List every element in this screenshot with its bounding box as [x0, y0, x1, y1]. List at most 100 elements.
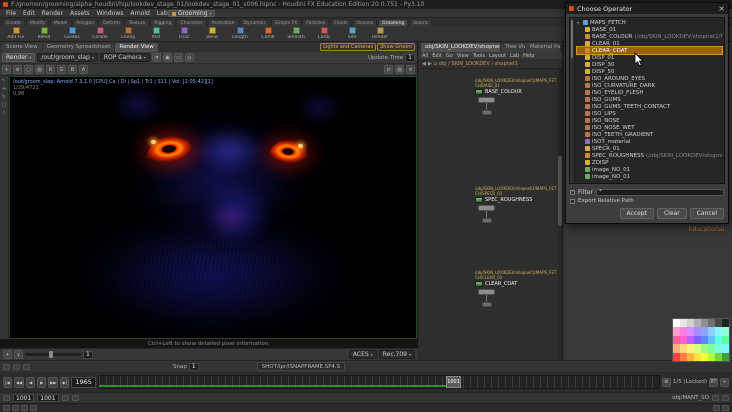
tab-material-palette[interactable]: Material Palette: [525, 43, 560, 52]
shelf-tab[interactable]: Rigging: [150, 19, 176, 26]
rotate-icon[interactable]: ↻: [2, 95, 6, 100]
jump-start-icon[interactable]: |◀: [3, 376, 12, 388]
shelf-tool[interactable]: Bend: [199, 27, 225, 40]
shelf-tool[interactable]: Sim: [339, 27, 365, 40]
keyframe-icon[interactable]: [61, 395, 69, 401]
palette-swatch[interactable]: [694, 327, 701, 336]
palette-swatch[interactable]: [687, 327, 694, 336]
tree-item[interactable]: ISO_NOSE: [577, 117, 722, 124]
tab-render-view[interactable]: Render View: [115, 43, 158, 52]
menu-item[interactable]: Arnold: [127, 10, 152, 17]
shelf-tab[interactable]: Dynamics: [239, 19, 270, 26]
palette-swatch[interactable]: [722, 335, 729, 345]
shelf-tool[interactable]: Smooth: [283, 27, 309, 40]
colorspace-selector[interactable]: ACES ▾: [348, 350, 377, 359]
palette-swatch[interactable]: [715, 335, 722, 345]
shelf-tool[interactable]: Collide: [87, 27, 113, 40]
filter-checkbox[interactable]: ✓: [570, 189, 575, 195]
filter-input[interactable]: *: [595, 188, 724, 196]
shelf-tab[interactable]: Particles: [302, 19, 330, 26]
shelf-tool[interactable]: Part: [143, 27, 169, 40]
palette-swatch[interactable]: [687, 335, 694, 345]
select-icon[interactable]: ↖: [2, 79, 6, 84]
palette-swatch[interactable]: [722, 344, 729, 353]
network-menu-item[interactable]: Go: [446, 53, 453, 59]
network-menu-item[interactable]: View: [457, 53, 469, 59]
lock-icon[interactable]: [13, 363, 20, 370]
desktop-selector[interactable]: Grooming ▾: [168, 10, 216, 17]
palette-swatch[interactable]: [715, 344, 722, 353]
gear-icon[interactable]: ⚙: [661, 377, 671, 387]
realtime-toggle-icon[interactable]: RT: [709, 377, 718, 387]
message-log-icon[interactable]: [3, 405, 10, 411]
loop-icon[interactable]: ∞: [720, 377, 729, 387]
palette-swatch[interactable]: [673, 335, 680, 345]
snapshot-icon[interactable]: ◔: [151, 53, 161, 62]
scrollbar-thumb[interactable]: [558, 156, 562, 227]
palette-swatch[interactable]: [701, 319, 708, 328]
snapshot-path-button[interactable]: SHOT/lpr/ISNAPFRAME.SF4.S: [256, 362, 346, 371]
rendered-image[interactable]: /out/groom_slap: Arnold 7.3.1.0 [CPU] Ca…: [9, 76, 417, 339]
palette-swatch[interactable]: [694, 344, 701, 353]
channel-blue-icon[interactable]: B: [68, 65, 77, 74]
tree-item[interactable]: ISO_LIPS: [577, 110, 722, 117]
tab-network-path[interactable]: obj/SKIN_LOOKDEV/shopnet1/MAPS_FETCH: [421, 43, 501, 52]
expand-arrow-icon[interactable]: ▾: [577, 20, 581, 25]
rop-selector[interactable]: /out/groom_slap ▾: [37, 53, 98, 62]
range-start-field[interactable]: 1001: [13, 394, 35, 402]
frame-all-icon[interactable]: ▢: [24, 65, 33, 74]
shelf-tab[interactable]: Simple FX: [270, 19, 302, 26]
palette-swatch[interactable]: [680, 344, 687, 353]
gamma-slider-knob[interactable]: [48, 351, 53, 358]
shelf-tab[interactable]: Deform: [99, 19, 124, 26]
palette-swatch[interactable]: [701, 327, 708, 336]
shelf-tab[interactable]: Texture: [124, 19, 150, 26]
update-time-field[interactable]: 1: [405, 53, 415, 62]
snapshot-index-field[interactable]: 1: [188, 362, 199, 371]
tree-item[interactable]: ISO_CURVATURE_DARK: [577, 82, 722, 89]
compare-icon[interactable]: ⇄: [384, 65, 393, 74]
node-output[interactable]: [482, 302, 492, 307]
palette-swatch[interactable]: [687, 344, 694, 353]
tab-geometry-spreadsheet[interactable]: Geometry Spreadsheet: [42, 43, 115, 52]
dialog-titlebar[interactable]: Choose Operator ×: [566, 3, 728, 14]
step-forward-icon[interactable]: ▶▶: [48, 376, 59, 388]
palette-swatch[interactable]: [708, 335, 715, 345]
pan-icon[interactable]: ✛: [2, 65, 11, 74]
shelf-tool[interactable]: Blend: [31, 27, 57, 40]
shelf-tool[interactable]: Frizz: [171, 27, 197, 40]
channel-alpha-icon[interactable]: A: [79, 65, 88, 74]
breadcrumb-path[interactable]: obj / SKIN_LOOKDEV / shopnet1: [439, 61, 518, 67]
show-groom-toggle[interactable]: Show Groom: [377, 43, 415, 51]
node-output[interactable]: [482, 110, 492, 115]
tab-scene-view[interactable]: Scene View: [2, 43, 42, 52]
handles-icon[interactable]: ◇: [2, 111, 6, 116]
palette-swatch[interactable]: [715, 319, 722, 328]
network-menu-item[interactable]: Tools: [473, 53, 485, 59]
menu-item[interactable]: Render: [39, 10, 66, 17]
tab-tree-view[interactable]: Tree View: [501, 43, 525, 52]
preview-icon[interactable]: ◎: [184, 53, 194, 62]
shelf-tab[interactable]: Animation: [207, 19, 239, 26]
shelf-tool[interactable]: Guides: [59, 27, 85, 40]
tree-item[interactable]: image_NO_01: [577, 173, 722, 180]
zoom-icon[interactable]: ⊕: [13, 65, 22, 74]
gamma-slider[interactable]: [25, 351, 81, 358]
shelf-tool[interactable]: Cards: [311, 27, 337, 40]
export-relative-checkbox[interactable]: ✓: [570, 198, 575, 204]
palette-swatch[interactable]: [701, 335, 708, 345]
tree-item[interactable]: ISO_GUMS_TEETH_CONTACT: [577, 103, 722, 110]
play-icon[interactable]: ▶: [37, 376, 47, 388]
network-menu-item[interactable]: Lab: [510, 53, 519, 59]
gamma-value-field[interactable]: 1: [83, 350, 93, 359]
palette-swatch[interactable]: [673, 319, 680, 328]
settings-icon[interactable]: ≡: [406, 65, 415, 74]
palette-swatch[interactable]: [687, 319, 694, 328]
tree-item[interactable]: SPEC_ROUGHNESS (/obj/SKIN_LOOKDEV/shopne…: [577, 152, 722, 159]
network-menu-item[interactable]: Edit: [432, 53, 442, 59]
tree-item[interactable]: DISP_50: [577, 68, 722, 75]
palette-swatch[interactable]: [722, 319, 729, 328]
menu-item[interactable]: File: [3, 10, 19, 17]
palette-swatch[interactable]: [715, 352, 722, 361]
shelf-tab[interactable]: Fluids: [330, 19, 352, 26]
